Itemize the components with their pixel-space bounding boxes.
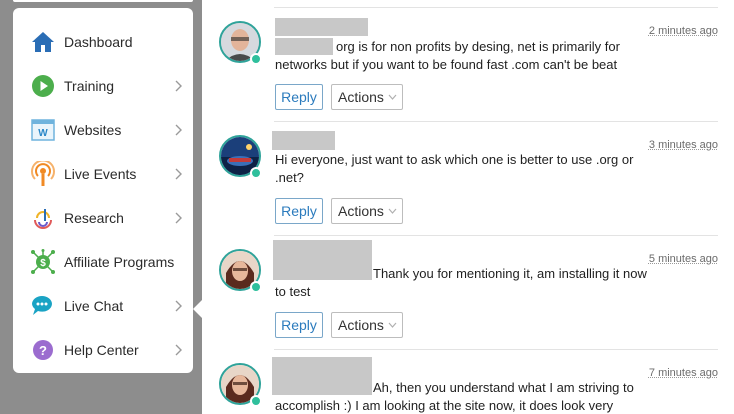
sidebar-item-label: Websites [64,122,122,138]
post-timestamp[interactable]: 5 minutes ago [649,253,718,265]
actions-dropdown[interactable]: Actions [331,198,403,224]
post-message: Hi everyone, just want to ask which one … [275,152,634,185]
sidebar-item-research[interactable]: Research [13,196,193,240]
menu-top-edge [13,0,193,2]
sidebar-item-live-chat[interactable]: Live Chat [13,284,193,328]
reply-button[interactable]: Reply [275,198,323,224]
actions-label: Actions [338,203,384,219]
chevron-down-icon [388,94,397,100]
sidebar-item-help-center[interactable]: ? Help Center [13,328,193,372]
chat-icon [30,293,56,319]
chevron-right-icon [173,211,185,225]
reply-button[interactable]: Reply [275,84,323,110]
online-badge [250,281,262,293]
actions-dropdown[interactable]: Actions [331,84,403,110]
home-icon [30,29,56,55]
sidebar-item-affiliate-programs[interactable]: $ Affiliate Programs [13,240,193,284]
online-badge [250,395,262,407]
play-icon [30,73,56,99]
post-timestamp[interactable]: 2 minutes ago [649,25,718,37]
sidebar-item-label: Research [64,210,124,226]
svg-text:?: ? [39,343,47,358]
actions-dropdown[interactable]: Actions [331,312,403,338]
sidebar-item-label: Help Center [64,342,139,358]
sidebar-item-live-events[interactable]: Live Events [13,152,193,196]
online-badge [250,53,262,65]
chevron-down-icon [388,322,397,328]
chevron-right-icon [173,299,185,313]
online-badge [250,167,262,179]
chevron-right-icon [173,343,185,357]
chat-feed: 2 minutes ago org is for non profits by … [202,0,734,414]
svg-text:$: $ [40,258,46,269]
redacted-username [272,131,335,150]
svg-text:W: W [38,128,48,139]
money-network-icon: $ [30,249,56,275]
sidebar-item-label: Dashboard [64,34,133,50]
divider [274,7,718,8]
divider [274,235,718,236]
post-message: Ah, then you understand what I am strivi… [275,380,634,413]
chevron-right-icon [173,167,185,181]
chevron-right-icon [173,123,185,137]
sidebar-item-training[interactable]: Training [13,64,193,108]
research-icon [30,205,56,231]
sidebar-item-label: Live Events [64,166,137,182]
actions-label: Actions [338,89,384,105]
sidebar-item-dashboard[interactable]: Dashboard [13,20,193,64]
sidebar-item-label: Live Chat [64,298,124,314]
divider [274,121,718,122]
sidebar-item-label: Affiliate Programs [64,254,175,270]
website-icon: W [30,117,56,143]
broadcast-icon [30,161,56,187]
reply-button[interactable]: Reply [275,312,323,338]
post-message: org is for non profits by desing, net is… [275,39,620,72]
post-timestamp[interactable]: 3 minutes ago [649,139,718,151]
help-icon: ? [30,337,56,363]
actions-label: Actions [338,317,384,333]
chevron-right-icon [173,79,185,93]
sidebar-item-label: Training [64,78,115,94]
post-timestamp[interactable]: 7 minutes ago [649,367,718,379]
sidebar-item-websites[interactable]: W Websites [13,108,193,152]
chevron-down-icon [388,208,397,214]
sidebar-menu: Dashboard Training W Websites Live Event… [13,8,193,373]
divider [274,349,718,350]
post-message: Thank you for mentioning it, am installi… [275,266,647,299]
redacted-username [275,18,368,36]
